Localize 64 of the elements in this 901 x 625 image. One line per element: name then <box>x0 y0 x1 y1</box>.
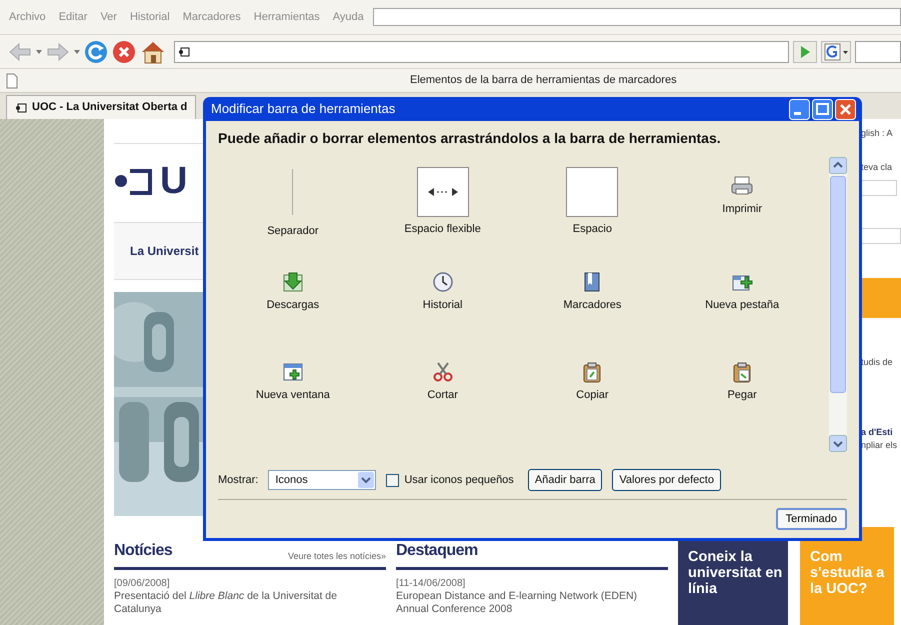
clipboard-icon <box>731 361 754 383</box>
toolbar-item[interactable]: Historial <box>368 253 518 343</box>
scroll-up-icon[interactable] <box>829 157 847 174</box>
window-title: Modificar barra de herramientas <box>211 100 396 118</box>
reload-icon[interactable] <box>84 40 108 64</box>
scissors-icon <box>432 361 454 383</box>
toolbar-item[interactable]: Cortar <box>368 343 518 433</box>
section-banner <box>861 278 901 318</box>
page-icon[interactable] <box>6 72 18 88</box>
toolbar-item[interactable]: Imprimir <box>667 157 817 253</box>
maximize-icon[interactable] <box>812 98 833 120</box>
nav-link[interactable]: La Universit <box>130 242 199 260</box>
news-text: Presentació del Llibre Blanc de la Universitat de Catalunya <box>114 590 338 616</box>
scrollbar[interactable] <box>829 157 847 452</box>
toolbar-button[interactable]: Añadir barra <box>528 469 602 491</box>
bookmarks-bar-label: Elementos de la barra de herramientas de marcadores <box>410 73 677 88</box>
section-text: npliar els <box>861 439 898 452</box>
minimize-icon[interactable] <box>789 98 810 120</box>
news-date: [11-14/06/2008] <box>396 578 466 590</box>
logo-mark-icon <box>114 166 154 196</box>
double-arrow-icon <box>428 187 458 197</box>
section-heading: Notícies <box>114 541 172 561</box>
search-field[interactable] <box>855 40 901 62</box>
toolbar-item[interactable]: Copiar <box>518 343 668 433</box>
see-all-link[interactable]: Veure totes les notícies» <box>288 550 386 563</box>
caret-icon[interactable] <box>74 50 80 54</box>
stop-icon[interactable] <box>112 40 136 64</box>
home-icon[interactable] <box>140 40 166 64</box>
section-heading: Destaquem <box>396 541 478 561</box>
close-icon[interactable] <box>835 98 856 120</box>
site-icon <box>15 102 27 112</box>
search-engine-icon[interactable] <box>821 40 851 62</box>
dialog-heading: Puede añadir o borrar elementos arrastrándolos a la barra de herramientas. <box>218 129 722 148</box>
clock-icon <box>432 271 454 293</box>
menu-field[interactable] <box>372 8 901 26</box>
go-icon[interactable] <box>793 40 817 62</box>
toolbar-item[interactable]: Nueva pestaña <box>667 253 817 343</box>
toolbar-item[interactable]: Espacio <box>518 157 668 253</box>
toolbar-item[interactable]: Nueva ventana <box>218 343 368 433</box>
browser-tab[interactable]: UOC - La Universitat Oberta d <box>6 95 196 119</box>
checkbox-label: Usar iconos pequeños <box>404 472 514 488</box>
new-window-icon <box>282 361 304 383</box>
scroll-thumb[interactable] <box>830 176 846 393</box>
site-icon <box>178 46 190 56</box>
printer-icon <box>731 175 754 197</box>
logo-text: U <box>160 162 190 200</box>
language-links[interactable]: glish : A <box>861 127 901 140</box>
news-date: [09/06/2008] <box>114 578 171 590</box>
toolbar-item[interactable]: Descargas <box>218 253 368 343</box>
toolbar-item[interactable]: Espacio flexible <box>368 157 518 253</box>
show-dropdown[interactable]: Iconos <box>268 470 376 490</box>
toolbar-button[interactable]: Valores por defecto <box>612 469 721 491</box>
toolbar-item[interactable]: Separador <box>218 157 368 253</box>
caret-icon[interactable] <box>36 50 42 54</box>
toolbar-item[interactable]: Pegar <box>667 343 817 433</box>
checkbox[interactable] <box>386 474 400 486</box>
scroll-down-icon[interactable] <box>829 435 847 452</box>
address-field[interactable] <box>174 40 789 62</box>
download-icon <box>282 271 304 293</box>
news-text: European Distance and E-learning Network (EDEN) Annual Conference 2008 <box>396 590 638 616</box>
clipboard-icon <box>581 361 604 383</box>
toolbar-item[interactable]: Marcadores <box>518 253 668 343</box>
done-button[interactable]: Terminado <box>776 508 847 530</box>
show-label: Mostrar: <box>218 472 258 488</box>
